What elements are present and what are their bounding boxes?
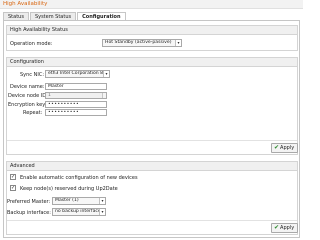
- sync-nic-select[interactable]: eth3 Intel Corporation 82 ▾: [45, 70, 110, 78]
- config-apply-button[interactable]: ✔ Apply: [271, 143, 299, 153]
- advanced-header: Advanced: [7, 162, 297, 171]
- advanced-apply-button[interactable]: ✔ Apply: [271, 223, 299, 233]
- checkmark-icon: ✓: [11, 174, 16, 180]
- title-bar: High Availability: [0, 0, 303, 9]
- preferred-master-value: Master (1): [55, 198, 79, 203]
- ha-status-header: High Availability Status: [7, 26, 297, 35]
- device-name-input[interactable]: Master: [45, 83, 107, 90]
- checkmark-icon: ✓: [11, 185, 16, 191]
- advanced-apply-label: Apply: [280, 225, 295, 231]
- check-icon: ✔: [274, 224, 280, 231]
- config-apply-label: Apply: [280, 145, 295, 151]
- operation-mode-select[interactable]: Hot Standby (active-passive) ▾: [102, 39, 182, 47]
- repeat-input[interactable]: ••••••••••: [45, 109, 107, 116]
- sync-nic-label: Sync NIC:: [20, 72, 45, 78]
- divider: [7, 220, 297, 221]
- auto-config-checkbox[interactable]: ✓: [10, 174, 16, 180]
- encryption-key-input[interactable]: ••••••••••: [45, 101, 107, 108]
- chevron-down-icon: ▾: [175, 40, 181, 46]
- device-node-id-label: Device node ID:: [8, 93, 48, 99]
- device-node-id-input[interactable]: 1: [45, 92, 107, 99]
- ha-status-panel: High Availability Status Operation mode:…: [6, 25, 298, 51]
- auto-config-label: Enable automatic configuration of new de…: [20, 175, 138, 181]
- divider: [7, 140, 297, 141]
- chevron-down-icon: ▾: [99, 209, 105, 215]
- operation-mode-value: Hot Standby (active-passive): [105, 40, 172, 45]
- keep-nodes-label: Keep node(s) reserved during Up2Date: [20, 186, 118, 192]
- sync-nic-value: eth3 Intel Corporation 82: [48, 71, 106, 76]
- configuration-panel: Configuration Sync NIC: eth3 Intel Corpo…: [6, 57, 299, 155]
- backup-interface-select[interactable]: no backup interface ▾: [52, 208, 106, 216]
- preferred-master-select[interactable]: Master (1) ▾: [52, 197, 106, 205]
- operation-mode-label: Operation mode:: [10, 41, 53, 47]
- tab-content: High Availability Status Operation mode:…: [3, 20, 300, 238]
- device-node-id-value: 1: [48, 93, 51, 98]
- configuration-header: Configuration: [7, 58, 297, 67]
- repeat-label: Repeat:: [23, 110, 43, 116]
- chevron-down-icon: ▾: [99, 198, 105, 204]
- encryption-key-label: Encryption key:: [8, 102, 47, 108]
- app-title: High Availability: [3, 1, 48, 7]
- device-name-label: Device name:: [10, 84, 45, 90]
- chevron-down-icon: ▾: [103, 71, 109, 77]
- spinner-icon[interactable]: [102, 93, 106, 98]
- check-icon: ✔: [274, 144, 280, 151]
- keep-nodes-checkbox[interactable]: ✓: [10, 185, 16, 191]
- backup-interface-label: Backup interface:: [7, 210, 51, 216]
- backup-interface-value: no backup interface: [55, 209, 101, 214]
- advanced-panel: Advanced ✓ Enable automatic configuratio…: [6, 161, 299, 235]
- preferred-master-label: Preferred Master:: [7, 199, 51, 205]
